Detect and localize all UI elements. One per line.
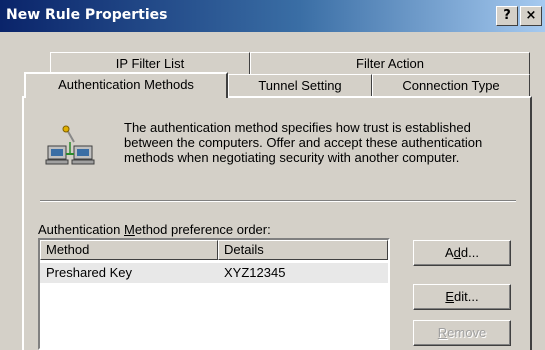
tab-label: Filter Action [356,56,424,71]
method-list[interactable]: Method Details Preshared Key XYZ12345 [38,238,390,350]
add-button[interactable]: Add... [413,240,511,266]
column-header-method[interactable]: Method [40,240,218,260]
tab-filter-action[interactable]: Filter Action [250,52,530,74]
close-button[interactable]: × [520,6,542,26]
tab-label: Authentication Methods [58,77,194,92]
cell-details: XYZ12345 [224,265,286,280]
remove-button[interactable]: Remove [413,320,511,346]
network-computers-icon [45,125,95,165]
tab-label: Tunnel Setting [258,78,342,93]
help-button[interactable]: ? [496,6,518,26]
window-title: New Rule Properties [6,7,168,23]
table-row[interactable]: Preshared Key XYZ12345 [40,263,388,283]
tab-ip-filter-list[interactable]: IP Filter List [50,52,250,74]
tab-tunnel-setting[interactable]: Tunnel Setting [228,74,372,96]
tab-connection-type[interactable]: Connection Type [372,74,530,96]
edit-button[interactable]: Edit... [413,284,511,310]
preference-order-label: Authentication Method preference order: [38,222,271,237]
tab-authentication-methods[interactable]: Authentication Methods [24,72,228,98]
title-bar[interactable]: New Rule Properties ? × [0,0,545,32]
tab-label: Connection Type [402,78,500,93]
cell-method: Preshared Key [46,265,132,280]
dialog-window: New Rule Properties ? × IP Filter List F… [0,0,545,350]
column-header-details[interactable]: Details [218,240,388,260]
tab-label: IP Filter List [115,56,185,71]
separator [40,200,516,202]
description-text: The authentication method specifies how … [124,120,483,165]
